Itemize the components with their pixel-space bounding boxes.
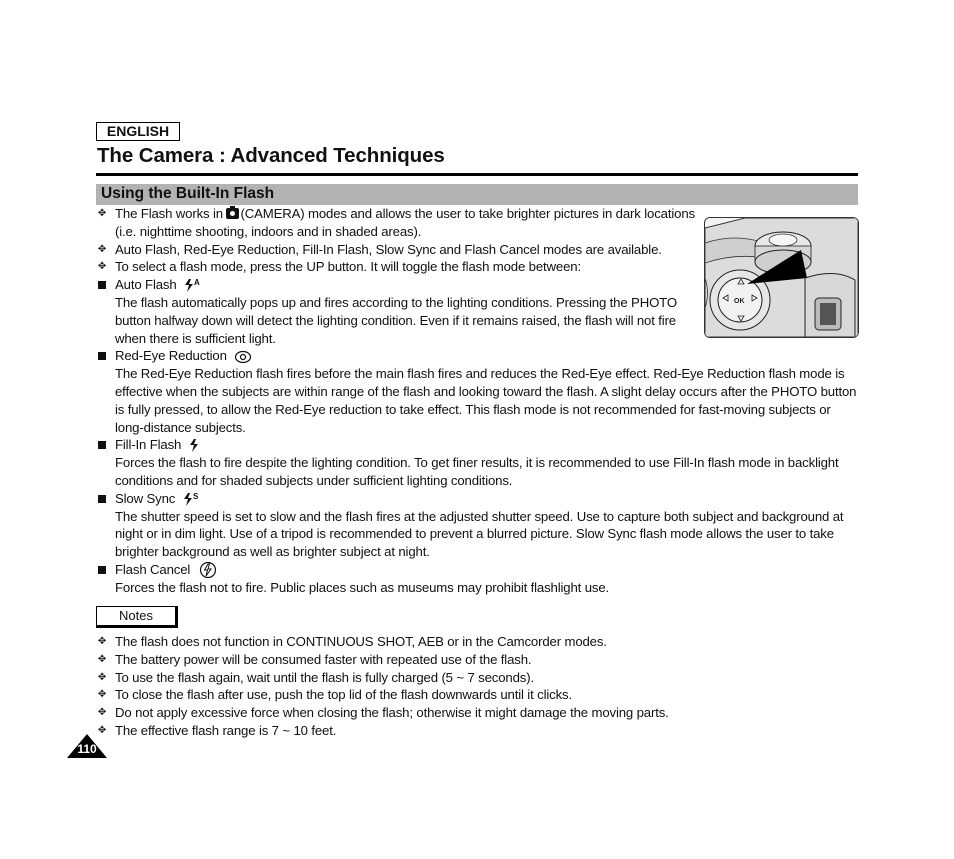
mode-name: Fill-In Flash bbox=[115, 437, 182, 453]
flash-mode-auto: Auto Flash A The flash automatically pop… bbox=[96, 276, 695, 347]
mode-description: The flash automatically pops up and fire… bbox=[115, 294, 677, 346]
bullet-text: Auto Flash, Red-Eye Reduction, Fill-In F… bbox=[115, 241, 662, 257]
diamond-bullet-icon: ✥ bbox=[97, 689, 107, 701]
mode-description: The shutter speed is set to slow and the… bbox=[115, 508, 844, 560]
page-number-badge: 110 bbox=[67, 734, 107, 758]
note-item: ✥ The flash does not function in CONTINU… bbox=[96, 633, 858, 651]
diamond-bullet-icon: ✥ bbox=[97, 707, 107, 719]
diamond-bullet-icon: ✥ bbox=[97, 653, 107, 665]
note-item: ✥ To use the flash again, wait until the… bbox=[96, 669, 858, 687]
note-text: The effective flash range is 7 ~ 10 feet… bbox=[115, 722, 337, 738]
square-bullet-icon bbox=[98, 281, 106, 290]
svg-text:A: A bbox=[194, 278, 200, 287]
note-text: To close the flash after use, push the t… bbox=[115, 687, 572, 703]
note-item: ✥ The effective flash range is 7 ~ 10 fe… bbox=[96, 722, 858, 740]
mode-description: The Red-Eye Reduction flash fires before… bbox=[115, 366, 857, 435]
slow-sync-icon: S bbox=[183, 492, 199, 506]
diamond-bullet-icon: ✥ bbox=[97, 636, 107, 647]
note-text: Do not apply excessive force when closin… bbox=[115, 705, 669, 721]
mode-name: Flash Cancel bbox=[115, 561, 191, 577]
page-number: 110 bbox=[77, 742, 97, 756]
flash-mode-cancel: Flash Cancel Forces the flash not to fir… bbox=[96, 561, 858, 597]
square-bullet-icon bbox=[98, 352, 106, 361]
camera-icon bbox=[226, 206, 240, 219]
camera-illustration: OK bbox=[704, 217, 859, 338]
square-bullet-icon bbox=[98, 441, 106, 450]
fill-in-flash-icon bbox=[189, 439, 198, 453]
red-eye-icon bbox=[235, 350, 252, 363]
mode-name: Slow Sync bbox=[115, 490, 176, 506]
bullet-text: The Flash works in bbox=[115, 206, 227, 221]
section-title: Using the Built-In Flash bbox=[101, 185, 275, 202]
language-tag: ENGLISH bbox=[96, 122, 180, 141]
note-text: The flash does not function in CONTINUOU… bbox=[115, 634, 607, 649]
mode-description: Forces the flash not to fire. Public pla… bbox=[115, 580, 610, 596]
section-header: Using the Built-In Flash bbox=[96, 184, 858, 205]
flash-mode-fill-in: Fill-In Flash Forces the flash to fire d… bbox=[96, 436, 858, 489]
svg-text:OK: OK bbox=[734, 298, 745, 305]
intro-bullet: ✥ The Flash works in (CAMERA) modes and … bbox=[96, 205, 695, 241]
mode-name: Red-Eye Reduction bbox=[115, 348, 227, 364]
camera-dial-drawing: OK bbox=[705, 218, 858, 337]
mode-description: Forces the flash to fire despite the lig… bbox=[115, 455, 839, 488]
note-item: ✥ Do not apply excessive force when clos… bbox=[96, 704, 858, 722]
bullet-text: To select a flash mode, press the UP but… bbox=[115, 259, 581, 275]
svg-text:S: S bbox=[193, 492, 199, 501]
auto-flash-icon: A bbox=[185, 278, 200, 293]
page-title: The Camera : Advanced Techniques bbox=[97, 144, 445, 167]
notes-label: Notes bbox=[96, 606, 178, 628]
diamond-bullet-icon: ✥ bbox=[97, 208, 107, 219]
title-divider bbox=[96, 173, 858, 176]
note-text: The battery power will be consumed faste… bbox=[115, 651, 532, 667]
square-bullet-icon bbox=[98, 565, 106, 574]
flash-cancel-icon bbox=[199, 562, 216, 579]
notes-list: ✥ The flash does not function in CONTINU… bbox=[96, 633, 858, 740]
flash-mode-red-eye: Red-Eye Reduction The Red-Eye Reduction … bbox=[96, 347, 858, 436]
diamond-bullet-icon: ✥ bbox=[97, 671, 107, 683]
mode-name: Auto Flash bbox=[115, 277, 177, 293]
note-item: ✥ To close the flash after use, push the… bbox=[96, 686, 858, 704]
note-item: ✥ The battery power will be consumed fas… bbox=[96, 651, 858, 669]
diamond-bullet-icon: ✥ bbox=[97, 261, 107, 273]
diamond-bullet-icon: ✥ bbox=[97, 243, 107, 255]
flash-mode-slow-sync: Slow Sync S The shutter speed is set to … bbox=[96, 490, 858, 561]
note-text: To use the flash again, wait until the f… bbox=[115, 669, 534, 685]
square-bullet-icon bbox=[98, 494, 106, 503]
